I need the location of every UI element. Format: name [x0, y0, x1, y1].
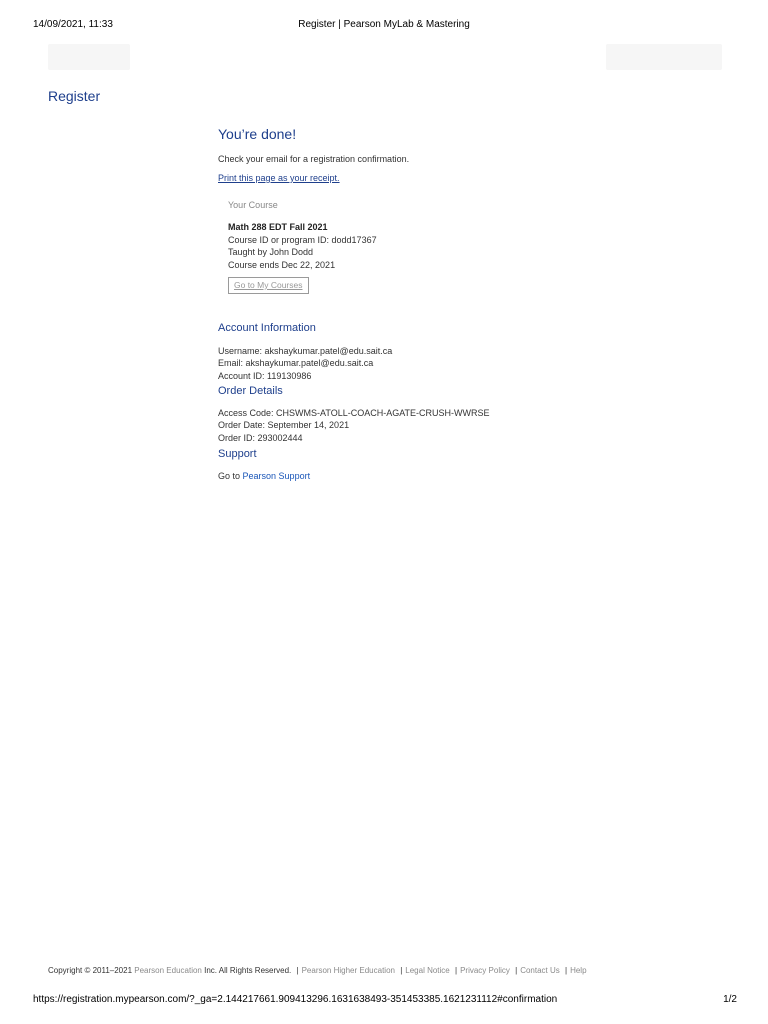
account-information-heading: Account Information	[218, 322, 316, 334]
header-account-area[interactable]	[606, 44, 722, 70]
brand-logo[interactable]	[48, 44, 130, 70]
footer-link-contact-us[interactable]: Contact Us	[520, 966, 560, 975]
confirmation-title: You’re done!	[218, 126, 297, 142]
support-line: Go to Pearson Support	[218, 470, 638, 483]
account-id: Account ID: 119130986	[218, 370, 312, 381]
footer-link-help[interactable]: Help	[570, 966, 586, 975]
support-heading: Support	[218, 448, 257, 460]
confirmation-panel: You’re done! Check your email for a regi…	[218, 126, 638, 483]
order-date: Order Date: September 14, 2021	[218, 420, 350, 430]
footer-link-privacy-policy[interactable]: Privacy Policy	[460, 966, 510, 975]
footer-copyright: Copyright © 2011–2021	[48, 966, 133, 975]
print-url: https://registration.mypearson.com/?_ga=…	[33, 994, 558, 1005]
pearson-support-link[interactable]: Pearson Support	[243, 471, 311, 481]
account-email: Email: akshaykumar.patel@edu.sait.ca	[218, 358, 374, 368]
account-username: Username: akshaykumar.patel@edu.sait.ca	[218, 345, 393, 356]
order-id: Order ID: 293002444	[218, 432, 303, 443]
print-receipt-link[interactable]: Print this page as your receipt.	[218, 173, 340, 183]
support-prefix: Go to	[218, 470, 241, 481]
order-access-code: Access Code: CHSWMS-ATOLL-COACH-AGATE-CR…	[218, 407, 490, 418]
course-id: Course ID or program ID: dodd17367	[228, 234, 377, 245]
page-title: Register	[48, 88, 101, 104]
order-details-heading: Order Details	[218, 385, 283, 397]
footer-link-higher-education[interactable]: Pearson Higher Education	[302, 966, 395, 975]
course-card: Your Course Math 288 EDT Fall 2021 Cours…	[228, 199, 638, 294]
course-end-date: Course ends Dec 22, 2021	[228, 259, 336, 270]
print-page-title: Register | Pearson MyLab & Mastering	[298, 19, 470, 30]
print-page-number: 1/2	[723, 994, 737, 1005]
course-instructor: Taught by John Dodd	[228, 247, 314, 257]
site-footer: Copyright © 2011–2021 Pearson Education …	[48, 966, 587, 975]
course-name: Math 288 EDT Fall 2021	[228, 222, 328, 232]
footer-link-legal-notice[interactable]: Legal Notice	[405, 966, 449, 975]
footer-rights: Inc. All Rights Reserved.	[204, 966, 292, 975]
course-label: Your Course	[228, 199, 278, 210]
footer-company-link[interactable]: Pearson Education	[134, 966, 202, 975]
go-to-my-courses-button[interactable]: Go to My Courses	[228, 277, 309, 294]
email-confirmation-note: Check your email for a registration conf…	[218, 153, 410, 164]
